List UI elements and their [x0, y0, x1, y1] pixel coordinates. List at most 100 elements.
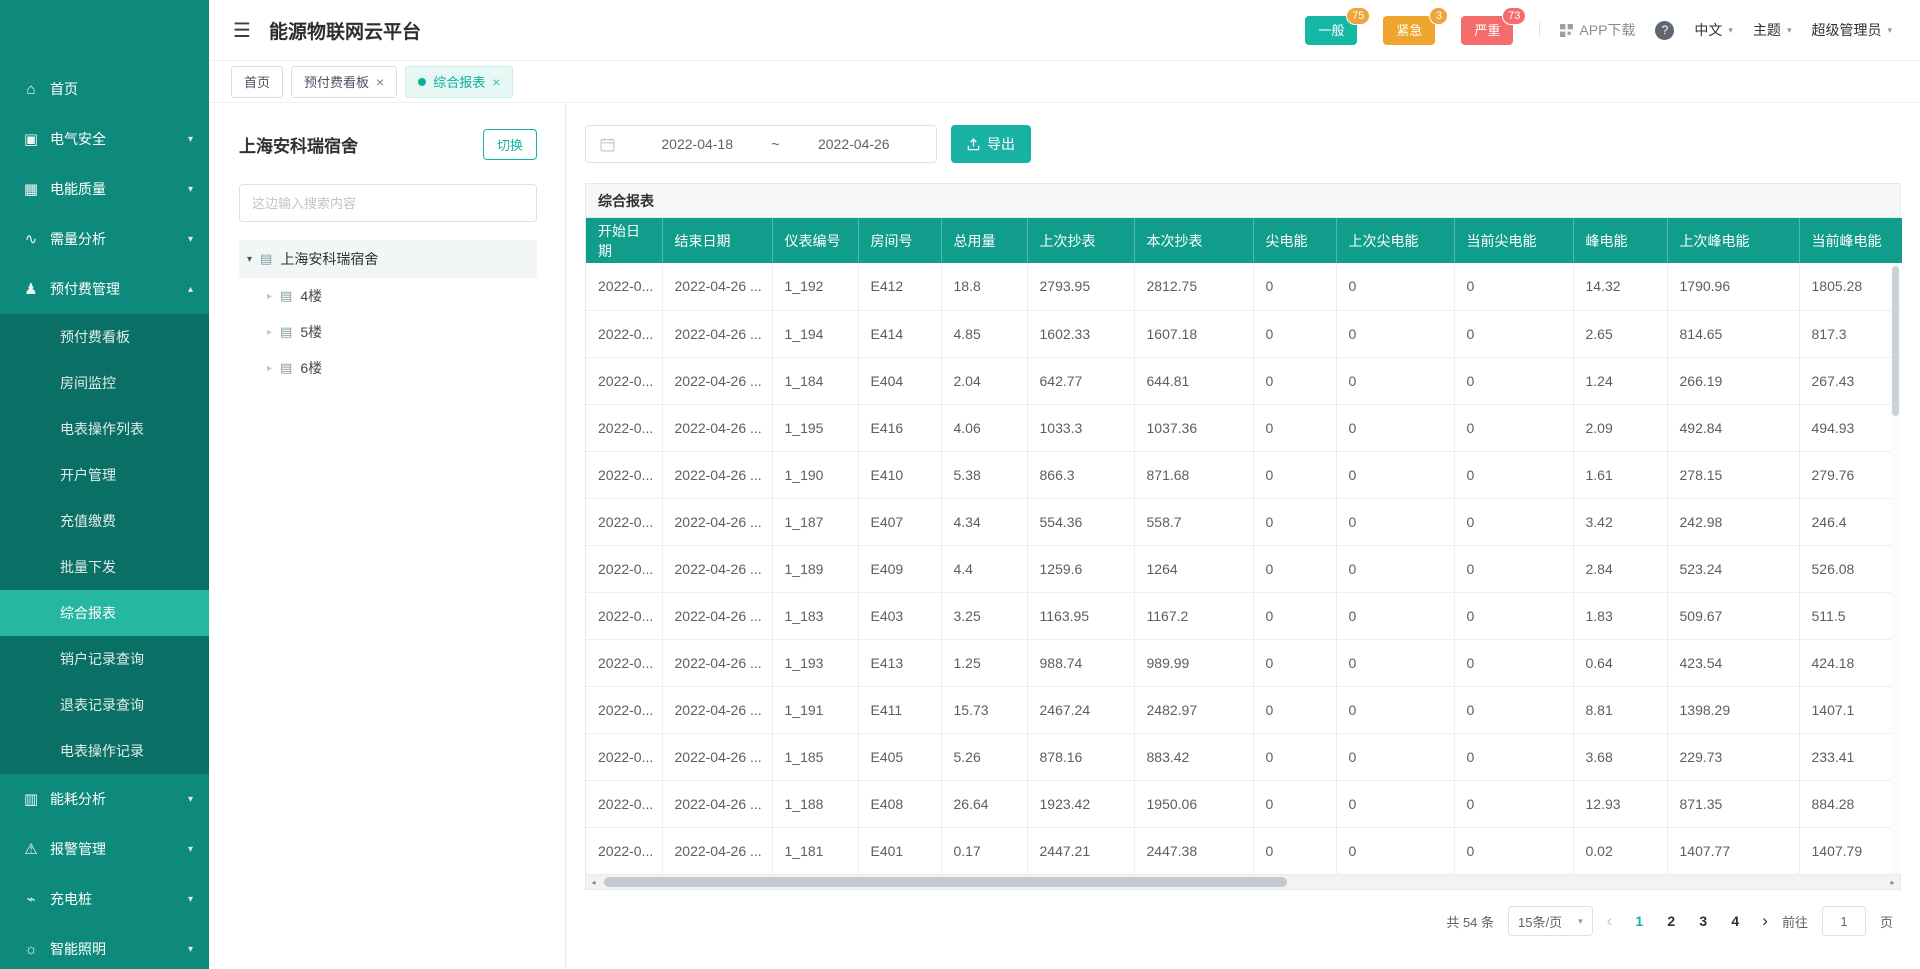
sidebar-subitem[interactable]: 充值缴费 — [0, 498, 209, 544]
scroll-right-arrow-icon[interactable]: ▸ — [1885, 875, 1900, 890]
sidebar-item-demand-analysis[interactable]: ∿需量分析▾ — [0, 214, 209, 264]
app-download-link[interactable]: APP下载 — [1560, 20, 1635, 40]
menu-collapse-icon[interactable]: ☰ — [233, 18, 251, 43]
table-cell: 0 — [1454, 592, 1573, 639]
prev-page-button[interactable]: ‹ — [1607, 911, 1613, 931]
table-cell: 878.16 — [1027, 733, 1134, 780]
sidebar-item-label: 首页 — [50, 79, 193, 99]
divider — [1539, 22, 1540, 38]
tab-home[interactable]: 首页 — [231, 66, 283, 98]
tree-node-root[interactable]: ▾ ▤ 上海安科瑞宿舍 — [239, 240, 537, 278]
language-select[interactable]: 中文 ▾ — [1694, 20, 1733, 40]
table-cell: E414 — [858, 310, 941, 357]
table-cell: 2022-04-26 ... — [662, 686, 772, 733]
table-cell: 0 — [1336, 780, 1454, 827]
table-cell: 0 — [1253, 545, 1336, 592]
tree-node[interactable]: ▸▤4楼 — [239, 278, 537, 314]
column-header: 本次抄表 — [1134, 218, 1253, 263]
page-button-3[interactable]: 3 — [1690, 907, 1716, 935]
table-cell: 0 — [1454, 404, 1573, 451]
sidebar-subitem[interactable]: 退表记录查询 — [0, 682, 209, 728]
help-icon[interactable]: ? — [1655, 21, 1674, 40]
column-header: 仪表编号 — [772, 218, 858, 263]
sidebar-subitem[interactable]: 电表操作记录 — [0, 728, 209, 774]
table-cell: E416 — [858, 404, 941, 451]
table-cell: 242.98 — [1667, 498, 1799, 545]
table-cell: 1602.33 — [1027, 310, 1134, 357]
sidebar-item-electrical-safety[interactable]: ▣电气安全▾ — [0, 114, 209, 164]
close-icon[interactable]: × — [492, 75, 500, 89]
building-icon: ▤ — [280, 324, 292, 340]
app-root: ⌂首页▣电气安全▾▦电能质量▾∿需量分析▾♟预付费管理▴预付费看板房间监控电表操… — [0, 0, 1920, 969]
next-page-button[interactable]: › — [1762, 911, 1768, 931]
alarm-normal-button[interactable]: 一般75 — [1305, 16, 1357, 45]
theme-select[interactable]: 主题 ▾ — [1753, 20, 1792, 40]
scroll-left-arrow-icon[interactable]: ◂ — [586, 875, 601, 890]
sidebar-item-charging-pile[interactable]: ⌁充电桩▾ — [0, 874, 209, 924]
alarm-urgent-button[interactable]: 紧急3 — [1383, 16, 1435, 45]
power-quality-icon: ▦ — [22, 180, 40, 198]
table-cell: 0 — [1253, 451, 1336, 498]
table-cell: 1.25 — [941, 639, 1027, 686]
table-cell: 18.8 — [941, 263, 1027, 310]
theme-label: 主题 — [1753, 20, 1781, 40]
export-button[interactable]: 导出 — [951, 125, 1031, 163]
goto-suffix: 页 — [1880, 912, 1893, 931]
table-cell: 5.26 — [941, 733, 1027, 780]
goto-page-input[interactable] — [1822, 906, 1866, 936]
page-size-select[interactable]: 15条/页 ▾ — [1508, 906, 1593, 936]
total-count: 共 54 条 — [1446, 912, 1494, 931]
user-menu[interactable]: 超级管理员 ▾ — [1811, 20, 1892, 40]
tree-node-label: 5楼 — [300, 322, 322, 342]
table-cell: 279.76 — [1799, 451, 1902, 498]
sidebar-subitem[interactable]: 房间监控 — [0, 360, 209, 406]
sidebar-item-power-quality[interactable]: ▦电能质量▾ — [0, 164, 209, 214]
table-cell: 0 — [1253, 780, 1336, 827]
close-icon[interactable]: × — [376, 75, 384, 89]
table-cell: 2022-04-26 ... — [662, 545, 772, 592]
sidebar-item-home[interactable]: ⌂首页 — [0, 64, 209, 114]
tab-prepaid-board[interactable]: 预付费看板× — [291, 66, 397, 98]
tree-node[interactable]: ▸ ▤ 5楼 — [239, 314, 537, 350]
sidebar-subitem[interactable]: 综合报表 — [0, 590, 209, 636]
vertical-scrollbar-thumb[interactable] — [1892, 266, 1899, 416]
tree-root-label: 上海安科瑞宿舍 — [280, 249, 378, 269]
report-title: 综合报表 — [586, 184, 1900, 218]
horizontal-scrollbar[interactable]: ◂ ▸ — [586, 874, 1900, 889]
sidebar-item-prepaid-management[interactable]: ♟预付费管理▴ — [0, 264, 209, 314]
sidebar-subitem[interactable]: 电表操作列表 — [0, 406, 209, 452]
alarm-buttons: 一般75 紧急3 严重73 — [1305, 16, 1513, 45]
column-header: 开始日期 — [586, 218, 662, 263]
horizontal-scrollbar-thumb[interactable] — [604, 877, 1287, 887]
page-button-4[interactable]: 4 — [1722, 907, 1748, 935]
sidebar-subitem[interactable]: 预付费看板 — [0, 314, 209, 360]
tabbar: 首页预付费看板×综合报表× — [209, 61, 1920, 103]
table-cell: 2022-0... — [586, 780, 662, 827]
electrical-safety-icon: ▣ — [22, 130, 40, 148]
tab-report[interactable]: 综合报表× — [405, 66, 513, 98]
app-title: 能源物联网云平台 — [269, 17, 421, 44]
sidebar-subitem[interactable]: 销户记录查询 — [0, 636, 209, 682]
table-cell: 2022-0... — [586, 451, 662, 498]
sidebar-item-label: 报警管理 — [50, 839, 188, 859]
tree-node[interactable]: ▸▤6楼 — [239, 350, 537, 386]
switch-building-button[interactable]: 切换 — [483, 129, 537, 160]
caret-right-icon: ▸ — [267, 327, 272, 338]
sidebar-item-smart-lighting[interactable]: ☼智能照明▾ — [0, 924, 209, 969]
vertical-scrollbar[interactable] — [1891, 263, 1900, 874]
table-cell: E410 — [858, 451, 941, 498]
sidebar-subitem[interactable]: 开户管理 — [0, 452, 209, 498]
sidebar-subitem[interactable]: 批量下发 — [0, 544, 209, 590]
sidebar-item-alarm-management[interactable]: ⚠报警管理▾ — [0, 824, 209, 874]
page-button-2[interactable]: 2 — [1658, 907, 1684, 935]
date-range-picker[interactable]: 2022-04-18 ~ 2022-04-26 — [585, 125, 937, 163]
page-button-1[interactable]: 1 — [1626, 907, 1652, 935]
tree-search-input[interactable] — [239, 184, 537, 222]
alarm-severe-button[interactable]: 严重73 — [1461, 16, 1513, 45]
table-cell: 1_184 — [772, 357, 858, 404]
page-size-value: 15条/页 — [1518, 912, 1562, 931]
table-cell: E408 — [858, 780, 941, 827]
sidebar-item-energy-analysis[interactable]: ▥能耗分析▾ — [0, 774, 209, 824]
tree-children: ▸▤4楼 ▸ ▤ 5楼 ▸▤6楼 — [239, 278, 537, 386]
table-cell: 2022-04-26 ... — [662, 592, 772, 639]
